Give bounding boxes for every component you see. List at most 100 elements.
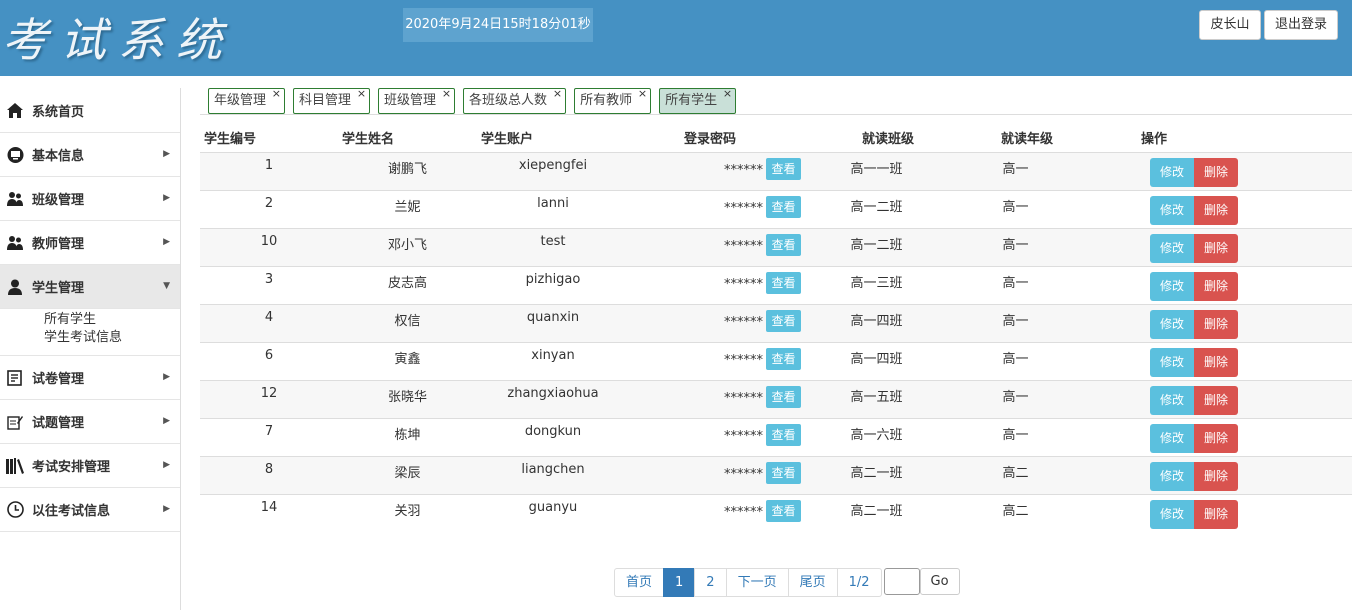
tab-class[interactable]: 班级管理 × xyxy=(378,87,456,114)
edit-button[interactable]: 修改 xyxy=(1150,423,1194,453)
cell-student-account: guanyu xyxy=(477,493,629,532)
edit-button[interactable]: 修改 xyxy=(1150,385,1194,415)
caret-right-icon: ▶ xyxy=(163,237,170,247)
current-time: 2020年9月24日15时18分01秒 xyxy=(403,8,593,42)
sidebar-item-question[interactable]: 试题管理 ▶ xyxy=(0,400,180,444)
view-password-button[interactable]: 查看 xyxy=(766,309,801,332)
cell-student-id: 7 xyxy=(200,417,338,456)
sidebar-item-class[interactable]: 班级管理 ▶ xyxy=(0,177,180,221)
edit-button[interactable]: 修改 xyxy=(1150,233,1194,263)
view-password-button[interactable]: 查看 xyxy=(766,271,801,294)
cell-student-name: 谢鹏飞 xyxy=(338,151,477,190)
top-header: 考试系统 2020年9月24日15时18分01秒 皮长山 退出登录 xyxy=(0,0,1352,76)
page-first-button[interactable]: 首页 xyxy=(614,568,665,597)
close-icon[interactable]: × xyxy=(638,82,647,106)
close-icon[interactable]: × xyxy=(723,82,732,106)
cell-student-name: 权信 xyxy=(338,303,477,342)
password-mask: ****** xyxy=(724,315,763,330)
page-last-button[interactable]: 尾页 xyxy=(787,568,838,597)
edit-button[interactable]: 修改 xyxy=(1150,461,1194,491)
delete-button[interactable]: 删除 xyxy=(1194,195,1238,225)
close-icon[interactable]: × xyxy=(442,82,451,106)
cell-student-name: 兰妮 xyxy=(338,189,477,228)
tab-label: 各班级总人数 xyxy=(469,93,548,108)
close-icon[interactable]: × xyxy=(357,82,366,106)
cell-student-account: liangchen xyxy=(477,455,629,494)
sidebar-item-history[interactable]: 以往考试信息 ▶ xyxy=(0,488,180,532)
cell-student-id: 3 xyxy=(200,265,338,304)
cell-actions: 修改 删除 xyxy=(1085,189,1352,228)
cell-student-id: 8 xyxy=(200,455,338,494)
cell-student-account: dongkun xyxy=(477,417,629,456)
view-password-button[interactable]: 查看 xyxy=(766,157,801,180)
user-button[interactable]: 皮长山 xyxy=(1199,10,1261,40)
page-number-input[interactable] xyxy=(883,568,920,595)
view-password-button[interactable]: 查看 xyxy=(766,499,801,522)
edit-button[interactable]: 修改 xyxy=(1150,157,1194,187)
view-password-button[interactable]: 查看 xyxy=(766,195,801,218)
header-class: 就读班级 xyxy=(807,124,946,153)
header-grade: 就读年级 xyxy=(946,124,1085,153)
cell-actions: 修改 删除 xyxy=(1085,455,1352,494)
sidebar-item-teacher[interactable]: 教师管理 ▶ xyxy=(0,221,180,265)
close-icon[interactable]: × xyxy=(553,82,562,106)
delete-button[interactable]: 删除 xyxy=(1194,309,1238,339)
page-1-button[interactable]: 1 xyxy=(663,568,696,597)
home-icon xyxy=(6,101,24,119)
delete-button[interactable]: 删除 xyxy=(1194,385,1238,415)
view-password-button[interactable]: 查看 xyxy=(766,233,801,256)
delete-button[interactable]: 删除 xyxy=(1194,461,1238,491)
view-password-button[interactable]: 查看 xyxy=(766,385,801,408)
delete-button[interactable]: 删除 xyxy=(1194,499,1238,529)
page-go-button[interactable]: Go xyxy=(919,568,960,595)
sidebar-item-paper[interactable]: 试卷管理 ▶ xyxy=(0,356,180,400)
tab-class-count[interactable]: 各班级总人数 × xyxy=(463,87,567,114)
cell-grade: 高一 xyxy=(946,227,1085,266)
cell-grade: 高二 xyxy=(946,493,1085,532)
edit-button[interactable]: 修改 xyxy=(1150,347,1194,377)
sidebar-item-student[interactable]: 学生管理 ▼ xyxy=(0,265,180,309)
submenu-item-exam-info[interactable]: 学生考试信息 xyxy=(44,329,180,347)
paper-icon xyxy=(6,369,24,387)
view-password-button[interactable]: 查看 xyxy=(766,423,801,446)
submenu-item-all-students[interactable]: 所有学生 xyxy=(44,311,180,329)
cell-password: ****** 查看 xyxy=(629,341,807,380)
cell-password: ****** 查看 xyxy=(629,493,807,532)
password-mask: ****** xyxy=(724,391,763,406)
delete-button[interactable]: 删除 xyxy=(1194,233,1238,263)
cell-class: 高一二班 xyxy=(807,189,946,228)
page-next-button[interactable]: 下一页 xyxy=(725,568,789,597)
password-mask: ****** xyxy=(724,239,763,254)
edit-button[interactable]: 修改 xyxy=(1150,309,1194,339)
view-password-button[interactable]: 查看 xyxy=(766,461,801,484)
tab-all-teachers[interactable]: 所有教师 × xyxy=(574,87,652,114)
close-icon[interactable]: × xyxy=(272,82,281,106)
edit-button[interactable]: 修改 xyxy=(1150,195,1194,225)
edit-button[interactable]: 修改 xyxy=(1150,271,1194,301)
table-row: 7 栋坤 dongkun ****** 查看 高一六班 高一 修改 删除 xyxy=(200,417,1352,456)
sidebar-item-label: 学生管理 xyxy=(32,281,85,296)
tab-all-students[interactable]: 所有学生 × xyxy=(659,87,737,114)
view-password-button[interactable]: 查看 xyxy=(766,347,801,370)
page-2-button[interactable]: 2 xyxy=(694,568,727,597)
tab-grade[interactable]: 年级管理 × xyxy=(208,87,286,114)
delete-button[interactable]: 删除 xyxy=(1194,157,1238,187)
delete-button[interactable]: 删除 xyxy=(1194,347,1238,377)
cell-student-account: test xyxy=(477,227,629,266)
password-mask: ****** xyxy=(724,201,763,216)
sidebar-item-label: 考试安排管理 xyxy=(32,460,111,475)
sidebar-item-home[interactable]: 系统首页 xyxy=(0,88,180,133)
cell-class: 高一五班 xyxy=(807,379,946,418)
sidebar-item-schedule[interactable]: 考试安排管理 ▶ xyxy=(0,444,180,488)
tab-subject[interactable]: 科目管理 × xyxy=(293,87,371,114)
delete-button[interactable]: 删除 xyxy=(1194,423,1238,453)
caret-right-icon: ▶ xyxy=(163,416,170,426)
edit-button[interactable]: 修改 xyxy=(1150,499,1194,529)
cell-actions: 修改 删除 xyxy=(1085,227,1352,266)
sidebar-item-basic-info[interactable]: 基本信息 ▶ xyxy=(0,133,180,177)
cell-student-account: xiepengfei xyxy=(477,151,629,190)
logout-button[interactable]: 退出登录 xyxy=(1264,10,1338,40)
student-table: 学生编号 学生姓名 学生账户 登录密码 就读班级 就读年级 操作 1 谢鹏飞 xie… xyxy=(200,124,1352,532)
delete-button[interactable]: 删除 xyxy=(1194,271,1238,301)
pagination: 首页 1 2 下一页 尾页 1/2 Go xyxy=(614,568,960,597)
